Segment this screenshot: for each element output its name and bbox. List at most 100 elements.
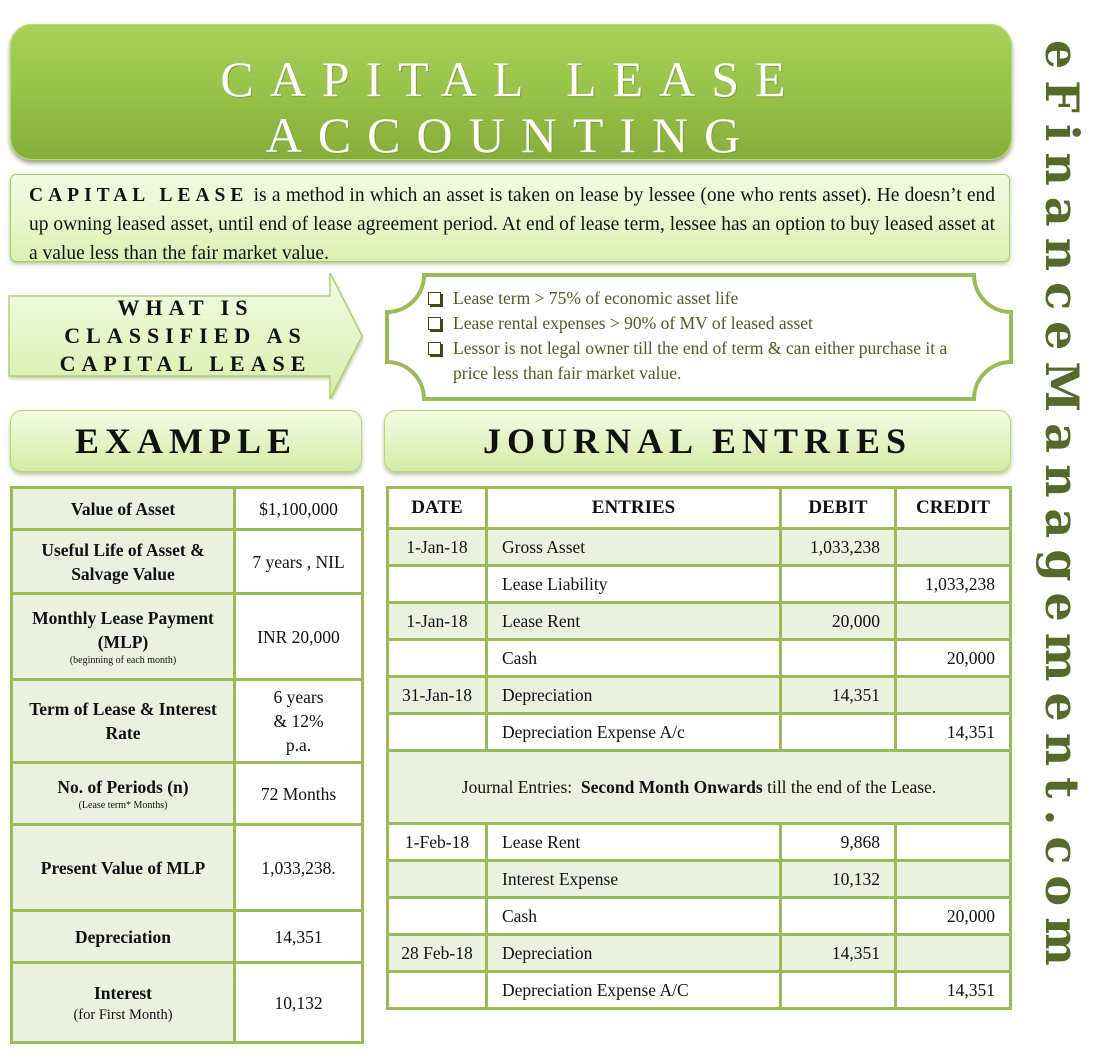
journal-header-row: DATE ENTRIES DEBIT CREDIT [386, 486, 1012, 530]
journal-cell-entry: Lease Rent [485, 822, 782, 862]
journal-cell-date [386, 712, 488, 752]
checkbox-bullet-icon [428, 292, 441, 305]
journal-cell-credit: 1,033,238 [894, 564, 1012, 604]
journal-cell-date: 28 Feb-18 [386, 933, 488, 973]
criteria-text: Lessor is not legal owner till the end o… [453, 338, 948, 383]
journal-note: Journal Entries: Second Month Onwards ti… [386, 749, 1012, 825]
journal-row: Depreciation Expense A/C 14,351 [386, 970, 1012, 1010]
journal-cell-debit: 20,000 [779, 601, 897, 641]
example-label-note: (for First Month) [73, 1006, 173, 1023]
example-row: Depreciation 14,351 [10, 909, 364, 964]
journal-cell-date: 1-Jan-18 [386, 527, 488, 567]
example-row: Interest (for First Month) 10,132 [10, 961, 364, 1044]
journal-cell-entry: Depreciation Expense A/C [485, 970, 782, 1010]
journal-cell-date: 1-Feb-18 [386, 822, 488, 862]
example-label-text: Value of Asset [70, 498, 176, 519]
title-banner: CAPITAL LEASE ACCOUNTING [10, 24, 1012, 163]
classification-heading-line: WHAT IS [117, 295, 254, 320]
example-label-text: Depreciation [75, 926, 171, 947]
criteria-text: Lease rental expenses > 90% of MV of lea… [453, 313, 813, 333]
example-label-note: (beginning of each month) [69, 655, 177, 666]
criteria-item: Lease rental expenses > 90% of MV of lea… [426, 311, 986, 336]
example-value: $1,100,000 [233, 486, 364, 531]
journal-row: 1-Jan-18 Lease Rent 20,000 [386, 601, 1012, 641]
journal-row: 1-Jan-18 Gross Asset 1,033,238 [386, 527, 1012, 567]
journal-cell-entry: Lease Rent [485, 601, 782, 641]
example-row: Monthly Lease Payment (MLP) (beginning of… [10, 592, 364, 681]
journal-cell-debit [779, 564, 897, 604]
example-label-text: Interest [94, 982, 152, 1003]
journal-cell-credit: 14,351 [894, 712, 1012, 752]
example-label: Useful Life of Asset & Salvage Value [10, 528, 236, 595]
journal-cell-credit [894, 822, 1012, 862]
journal-row: 1-Feb-18 Lease Rent 9,868 [386, 822, 1012, 862]
example-label: Present Value of MLP [10, 823, 236, 912]
journal-row: Cash 20,000 [386, 896, 1012, 936]
journal-cell-entry: Depreciation Expense A/c [485, 712, 782, 752]
title-line-2: ACCOUNTING [265, 107, 757, 163]
journal-cell-debit: 14,351 [779, 675, 897, 715]
classification-heading-line: CLASSIFIED AS [64, 323, 307, 348]
journal-cell-debit [779, 712, 897, 752]
journal-cell-credit [894, 675, 1012, 715]
example-label-text: No. of Periods (n) [57, 777, 189, 797]
journal-cell-credit: 20,000 [894, 638, 1012, 678]
example-value: 10,132 [233, 961, 364, 1044]
journal-cell-date [386, 859, 488, 899]
journal-cell-credit: 14,351 [894, 970, 1012, 1010]
example-row: Useful Life of Asset & Salvage Value 7 ye… [10, 528, 364, 595]
example-value: 6 years & 12% p.a. [233, 678, 364, 764]
criteria-item: Lessor is not legal owner till the end o… [426, 336, 986, 386]
journal-cell-credit [894, 859, 1012, 899]
example-label: Depreciation [10, 909, 236, 964]
checkbox-bullet-icon [428, 342, 441, 355]
journal-cell-entry: Interest Expense [485, 859, 782, 899]
example-row: Present Value of MLP 1,033,238. [10, 823, 364, 912]
journal-cell-date: 31-Jan-18 [386, 675, 488, 715]
journal-cell-date [386, 970, 488, 1010]
journal-cell-debit: 10,132 [779, 859, 897, 899]
journal-heading: JOURNAL ENTRIES [384, 410, 1011, 472]
journal-cell-debit [779, 970, 897, 1010]
example-label: Value of Asset [10, 486, 236, 531]
journal-row: 28 Feb-18 Depreciation 14,351 [386, 933, 1012, 973]
journal-cell-entry: Cash [485, 638, 782, 678]
definition-box: CAPITAL LEASE is a method in which an as… [10, 174, 1010, 264]
journal-cell-entry: Depreciation [485, 675, 782, 715]
journal-cell-debit: 9,868 [779, 822, 897, 862]
example-label: Term of Lease & Interest Rate [10, 678, 236, 764]
journal-row: Interest Expense 10,132 [386, 859, 1012, 899]
journal-row: Depreciation Expense A/c 14,351 [386, 712, 1012, 752]
example-value: 72 Months [233, 761, 364, 826]
example-label: Interest (for First Month) [10, 961, 236, 1044]
journal-row: Cash 20,000 [386, 638, 1012, 678]
example-value: INR 20,000 [233, 592, 364, 681]
journal-row: 31-Jan-18 Depreciation 14,351 [386, 675, 1012, 715]
classification-heading-line: CAPITAL LEASE [59, 351, 312, 376]
journal-cell-date [386, 638, 488, 678]
journal-note-bold: Second Month Onwards [580, 777, 763, 797]
journal-cell-date [386, 564, 488, 604]
journal-cell-debit [779, 638, 897, 678]
example-value: 14,351 [233, 909, 364, 964]
journal-cell-debit: 1,033,238 [779, 527, 897, 567]
example-label-text: Term of Lease & Interest Rate [29, 699, 217, 743]
example-row: No. of Periods (n) (Lease term* Months) 72… [10, 761, 364, 826]
col-credit-header: CREDIT [894, 486, 1012, 530]
example-label-note: (Lease term* Months) [78, 800, 168, 811]
example-heading: EXAMPLE [10, 410, 362, 472]
definition-lead: CAPITAL LEASE [29, 185, 249, 206]
example-row: Value of Asset $1,100,000 [10, 486, 364, 531]
criteria-text: Lease term > 75% of economic asset life [453, 288, 739, 308]
journal-cell-date: 1-Jan-18 [386, 601, 488, 641]
journal-cell-credit [894, 601, 1012, 641]
journal-cell-credit: 20,000 [894, 896, 1012, 936]
site-watermark: eFinanceManagement.com [1035, 40, 1089, 977]
journal-cell-date [386, 896, 488, 936]
journal-table: DATE ENTRIES DEBIT CREDIT 1-Jan-18 Gross … [386, 486, 1012, 1010]
journal-row: Lease Liability 1,033,238 [386, 564, 1012, 604]
journal-cell-entry: Lease Liability [485, 564, 782, 604]
classification-heading: WHAT IS CLASSIFIED AS CAPITAL LEASE [18, 294, 353, 378]
journal-cell-entry: Depreciation [485, 933, 782, 973]
journal-cell-credit [894, 527, 1012, 567]
